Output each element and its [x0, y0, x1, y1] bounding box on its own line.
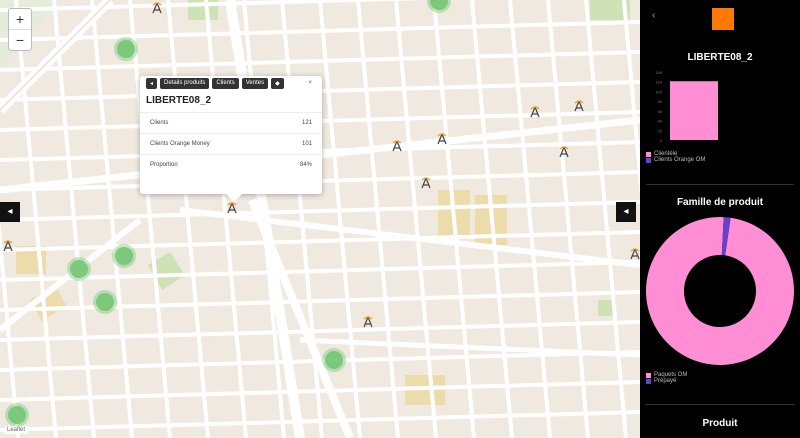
tower-marker-icon[interactable] — [151, 2, 163, 14]
legend-swatch — [646, 151, 651, 157]
map-view[interactable]: + − ◂ Details produits Clients Ventes ◆ … — [0, 0, 640, 438]
popup-row-label: Clients Orange Money — [150, 141, 210, 147]
y-tick-label: 140 — [655, 70, 662, 75]
y-tick-label: 120 — [655, 80, 662, 85]
legend-item: Clients Orange OM — [646, 157, 705, 163]
map-tiles[interactable] — [0, 0, 640, 438]
cluster-marker[interactable] — [8, 406, 26, 424]
tower-marker-icon[interactable] — [573, 100, 585, 112]
y-tick-label: 40 — [658, 119, 663, 124]
divider — [646, 184, 794, 185]
tower-marker-icon[interactable] — [2, 240, 14, 252]
tower-marker-icon[interactable] — [226, 202, 238, 214]
donut-legend: Paquets OM Prépayé — [646, 372, 687, 384]
tower-marker-icon[interactable] — [420, 177, 432, 189]
tower-marker-icon[interactable] — [391, 140, 403, 152]
popup-title: LIBERTE08_2 — [146, 95, 212, 106]
legend-swatch — [646, 378, 651, 384]
legend-label: Prépayé — [654, 378, 677, 384]
sidebar: ‹ LIBERTE08_2 0 20 40 60 80 100 120 140 Clientè… — [640, 0, 800, 438]
popup-row-label: Clients — [150, 120, 169, 126]
tower-marker-icon[interactable] — [558, 146, 570, 158]
cluster-marker[interactable] — [115, 247, 133, 265]
legend-swatch — [646, 372, 651, 378]
legend-swatch — [646, 157, 651, 163]
section-title-famille: Famille de produit — [676, 197, 764, 208]
tower-marker-icon[interactable] — [529, 106, 541, 118]
y-tick-label: 60 — [658, 109, 663, 114]
popup-tabs: ◂ Details produits Clients Ventes ◆ × — [140, 76, 322, 91]
popup-row-value: 84% — [299, 162, 312, 168]
cluster-marker[interactable] — [117, 40, 135, 58]
sidebar-back-button[interactable]: ‹ — [652, 10, 655, 21]
popup-tab[interactable]: Details produits — [160, 78, 210, 89]
popup-row-value: 121 — [301, 120, 312, 126]
map-attribution[interactable]: Leaflet — [4, 426, 29, 434]
popup-row-label: Proportion — [150, 162, 178, 168]
popup-row-value: 101 — [301, 141, 312, 147]
zoom-out-button[interactable]: − — [9, 30, 31, 50]
popup-back-button[interactable]: ◂ — [146, 78, 158, 89]
legend-item: Prépayé — [646, 378, 687, 384]
bar-chart: 0 20 40 60 80 100 120 140 — [655, 70, 718, 143]
popup-tab[interactable]: Clients — [212, 78, 239, 89]
tower-marker-icon[interactable] — [362, 316, 374, 328]
section-title-produit: Produit — [702, 418, 738, 429]
y-tick-label: 0 — [660, 138, 663, 143]
orange-logo — [712, 8, 734, 30]
popup-close-button[interactable]: × — [304, 78, 316, 89]
y-tick-label: 80 — [658, 99, 663, 104]
site-title: LIBERTE08_2 — [687, 52, 753, 63]
cluster-marker[interactable] — [325, 351, 343, 369]
divider — [646, 404, 794, 405]
zoom-in-button[interactable]: + — [9, 9, 31, 30]
tower-marker-icon[interactable] — [629, 248, 640, 260]
legend-label: Clients Orange OM — [654, 157, 706, 163]
popup-row: Proportion 84% — [140, 154, 322, 175]
popup-row: Clients Orange Money 101 — [140, 133, 322, 154]
donut-slice — [646, 217, 794, 365]
popup-tab[interactable]: Ventes — [241, 78, 269, 89]
popup-row: Clients 121 — [140, 112, 322, 133]
zoom-control: + − — [8, 8, 32, 51]
tower-marker-icon[interactable] — [436, 133, 448, 145]
expand-sidebar-button[interactable]: ◂ — [616, 202, 636, 222]
cluster-marker[interactable] — [70, 260, 88, 278]
site-popup: ◂ Details produits Clients Ventes ◆ × LI… — [140, 76, 322, 202]
cluster-marker[interactable] — [96, 293, 114, 311]
y-tick-label: 100 — [655, 89, 662, 94]
popup-tab[interactable]: ◆ — [271, 78, 284, 89]
bar — [670, 81, 718, 140]
bar-legend: Clientèle Clients Orange OM — [646, 151, 705, 163]
collapse-left-button[interactable]: ◂ — [0, 202, 20, 222]
donut-chart — [646, 217, 794, 365]
y-tick-label: 20 — [658, 128, 663, 133]
